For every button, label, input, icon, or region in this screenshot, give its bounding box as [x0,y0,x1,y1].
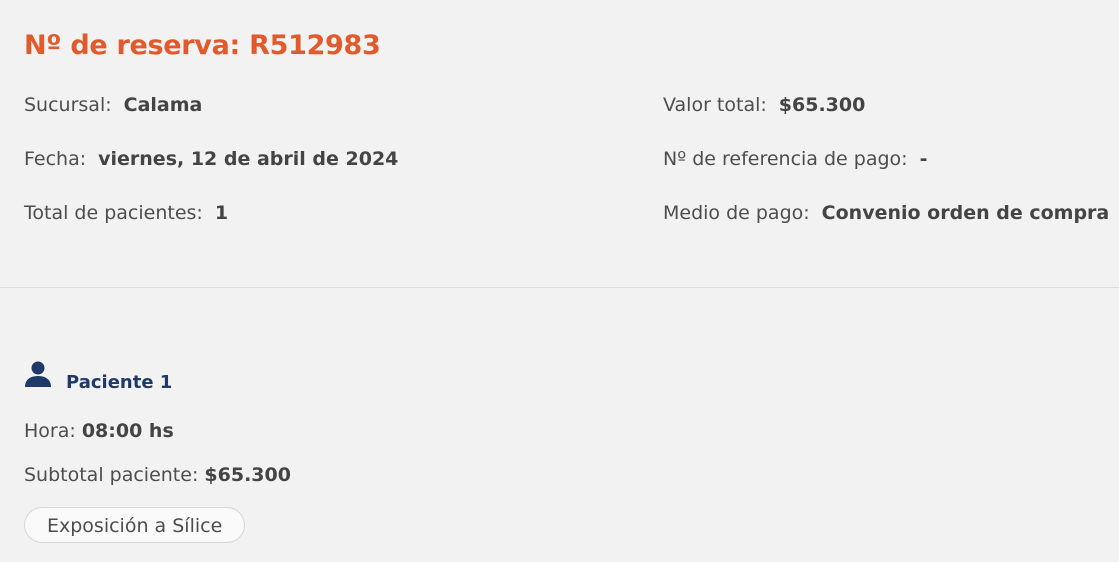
payment-method-field: Medio de pago: Convenio orden de compra [663,201,1109,225]
branch-label: Sucursal: [24,94,112,116]
payment-reference-field: Nº de referencia de pago: - [663,147,927,171]
patient-hour: Hora: 08:00 hs [24,419,174,443]
reservation-title: Nº de reserva: R512983 [24,30,381,61]
branch-value: Calama [123,94,203,116]
total-value-label: Valor total: [663,94,767,116]
payment-reference-value: - [919,148,928,170]
patient-name: Paciente 1 [66,372,173,393]
patient-hour-value: 08:00 hs [81,420,174,442]
patients-total-value: 1 [214,202,229,224]
reservation-detail-page: Nº de reserva: R512983 Sucursal: Calama F… [0,0,1119,562]
patients-total-field: Total de pacientes: 1 [24,201,228,225]
person-icon [24,360,52,388]
patient-subtotal: Subtotal paciente: $65.300 [24,463,291,487]
date-value: viernes, 12 de abril de 2024 [98,148,399,170]
patients-total-label: Total de pacientes: [24,202,203,224]
date-field: Fecha: viernes, 12 de abril de 2024 [24,147,398,171]
total-value-field: Valor total: $65.300 [663,93,865,117]
payment-method-label: Medio de pago: [663,202,810,224]
patient-hour-label: Hora: [24,420,76,442]
patient-subtotal-label: Subtotal paciente: [24,464,199,486]
patient-subtotal-value: $65.300 [204,464,291,486]
section-divider [0,287,1119,288]
branch-field: Sucursal: Calama [24,93,202,117]
exam-chip[interactable]: Exposición a Sílice [24,507,246,543]
total-value-value: $65.300 [778,94,866,116]
payment-reference-label: Nº de referencia de pago: [663,148,908,170]
date-label: Fecha: [24,148,87,170]
patient-header: Paciente 1 [24,354,172,393]
payment-method-value: Convenio orden de compra [821,202,1110,224]
